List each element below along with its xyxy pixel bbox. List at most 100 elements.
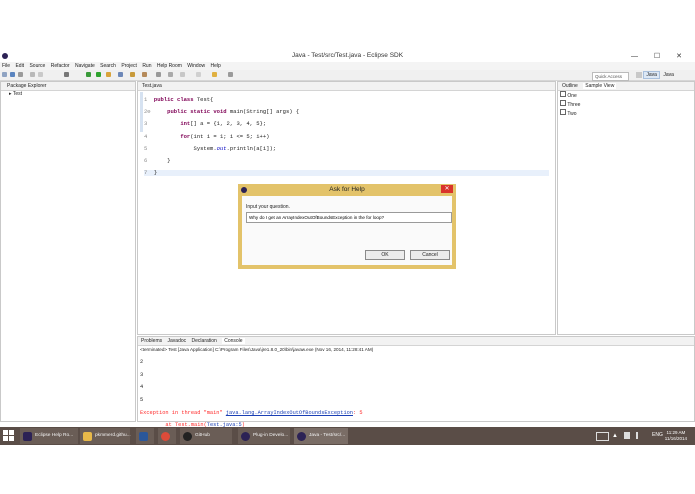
keyboard-icon[interactable] [596,432,609,441]
menu-refactor[interactable]: Refactor [51,62,70,70]
dialog-body: Input your question. OK Cancel [242,196,452,265]
taskbar-item[interactable]: GitHub [180,428,232,444]
editor-tab[interactable]: Test.java [138,82,555,91]
editor-tab-label: Test.java [142,83,162,89]
tab-outline[interactable]: Outline [562,83,578,89]
package-explorer-panel: Package Explorer ▸ Test [0,81,136,422]
list-item[interactable]: One [560,91,694,100]
taskbar-item[interactable] [136,428,154,444]
tab-javadoc[interactable]: Javadoc [168,338,187,344]
menu-navigate[interactable]: Navigate [75,62,95,70]
code-area[interactable]: 1 public class Test{ 2⊖ public static vo… [144,91,549,189]
package-explorer-tree: ▸ Test [1,91,135,98]
tab-declaration[interactable]: Declaration [192,338,217,344]
list-item[interactable]: Two [560,109,694,118]
ask-for-help-dialog: Ask for Help ✕ Input your question. OK C… [238,184,456,269]
outline-tabs: Outline Sample View [558,82,694,91]
menu-bar: File Edit Source Refactor Navigate Searc… [0,62,695,70]
outline-panel: Outline Sample View One Three Two [557,81,695,335]
window-controls[interactable]: — ☐ ✕ [631,52,689,60]
menu-edit[interactable]: Edit [15,62,24,70]
toolbar-icon[interactable] [142,72,147,77]
windows-start-icon[interactable] [3,430,15,442]
output-line: 3 [140,371,144,378]
tab-problems[interactable]: Problems [141,338,162,344]
open-perspective-icon[interactable] [636,71,642,78]
toolbar-icon[interactable] [38,72,43,77]
console-panel: Problems Javadoc Declaration Console <te… [137,336,695,428]
perspective-java[interactable]: Java [643,71,660,79]
output-line: 5 [140,397,144,404]
exception-link[interactable]: java.lang.ArrayIndexOutOfBoundsException [226,410,353,416]
tab-sample-view[interactable]: Sample View [583,83,617,89]
menu-help-room[interactable]: Help Room [157,62,182,70]
save-icon[interactable] [10,72,15,77]
perspective-switcher[interactable]: Java Java Browsing [636,71,695,87]
code-line: 5 System.out.println(a[i]); [144,144,277,152]
toolbar-icon[interactable] [168,72,173,77]
toolbar-icon[interactable] [180,72,185,77]
taskbar-item-active[interactable]: Java - Test/src/... [294,428,348,444]
toolbar-icon[interactable] [118,72,123,77]
taskbar-item[interactable]: Eclipse Help Ro... [20,428,78,444]
package-explorer-tab[interactable]: Package Explorer [1,82,135,91]
language-indicator[interactable]: ENG [652,432,663,438]
toolbar-icon[interactable] [130,72,135,77]
volume-icon[interactable] [636,432,644,439]
print-icon[interactable] [18,72,23,77]
taskbar-item[interactable]: Plug-in Develo... [238,428,290,444]
list-item[interactable]: Three [560,100,694,109]
github-icon [183,432,192,441]
close-button[interactable]: ✕ [441,185,453,193]
package-explorer-tab-label: Package Explorer [7,83,47,89]
code-line: 6 } [144,157,171,165]
toolbar-icon[interactable] [228,72,233,77]
menu-file[interactable]: File [2,62,10,70]
eclipse-icon [23,432,32,441]
toolbar-icon[interactable] [30,72,35,77]
taskbar-item[interactable] [158,428,176,444]
tree-item-label: Test [12,91,22,97]
cancel-button[interactable]: Cancel [410,250,450,260]
toolbar-icon[interactable] [64,72,69,77]
word-icon [139,432,148,441]
quick-access-input[interactable]: Quick Access [592,72,629,81]
outline-list: One Three Two [558,91,694,118]
tab-console[interactable]: Console [222,338,245,344]
error-line: Exception in thread "main" java.lang.Arr… [140,409,363,416]
toolbar-icon[interactable] [106,72,111,77]
toolbar-icon[interactable] [156,72,161,77]
eclipse-icon [297,432,306,441]
code-line: 3 int[] a = {1, 2, 3, 4, 5}; [144,120,267,128]
menu-project[interactable]: Project [121,62,137,70]
taskbar: Eclipse Help Ro... pkmmerd.githu... GitH… [0,427,695,445]
taskbar-item[interactable]: pkmmerd.githu... [80,428,131,444]
menu-source[interactable]: Source [29,62,45,70]
menu-run[interactable]: Run [142,62,151,70]
debug-icon[interactable] [86,72,91,77]
new-icon[interactable] [2,72,7,77]
run-icon[interactable] [96,72,101,77]
system-clock[interactable]: 11:29 AM 11/16/2014 [665,430,687,442]
battery-icon[interactable] [624,432,630,439]
ok-button[interactable]: OK [365,250,405,260]
item-icon [560,100,566,106]
menu-window[interactable]: Window [187,62,205,70]
dialog-title: Ask for Help [329,186,365,193]
code-line: 1 public class Test{ [144,96,214,104]
tree-item-project[interactable]: ▸ Test [9,91,135,98]
editor-scrollbar[interactable] [549,92,553,327]
toolbar-icon[interactable] [196,72,201,77]
menu-search[interactable]: Search [100,62,116,70]
output-line: 2 [140,359,144,366]
menu-help[interactable]: Help [210,62,220,70]
toolbar-icon[interactable] [212,72,217,77]
window-title: Java - Test/src/Test.java - Eclipse SDK [291,52,404,59]
question-input[interactable] [246,212,452,223]
item-icon [560,109,566,115]
list-item-label: Two [567,111,577,117]
list-item-label: One [567,93,577,99]
tray-arrow-icon[interactable]: ▲ [612,433,618,439]
list-item-label: Three [567,102,581,108]
output-line: 4 [140,384,144,391]
